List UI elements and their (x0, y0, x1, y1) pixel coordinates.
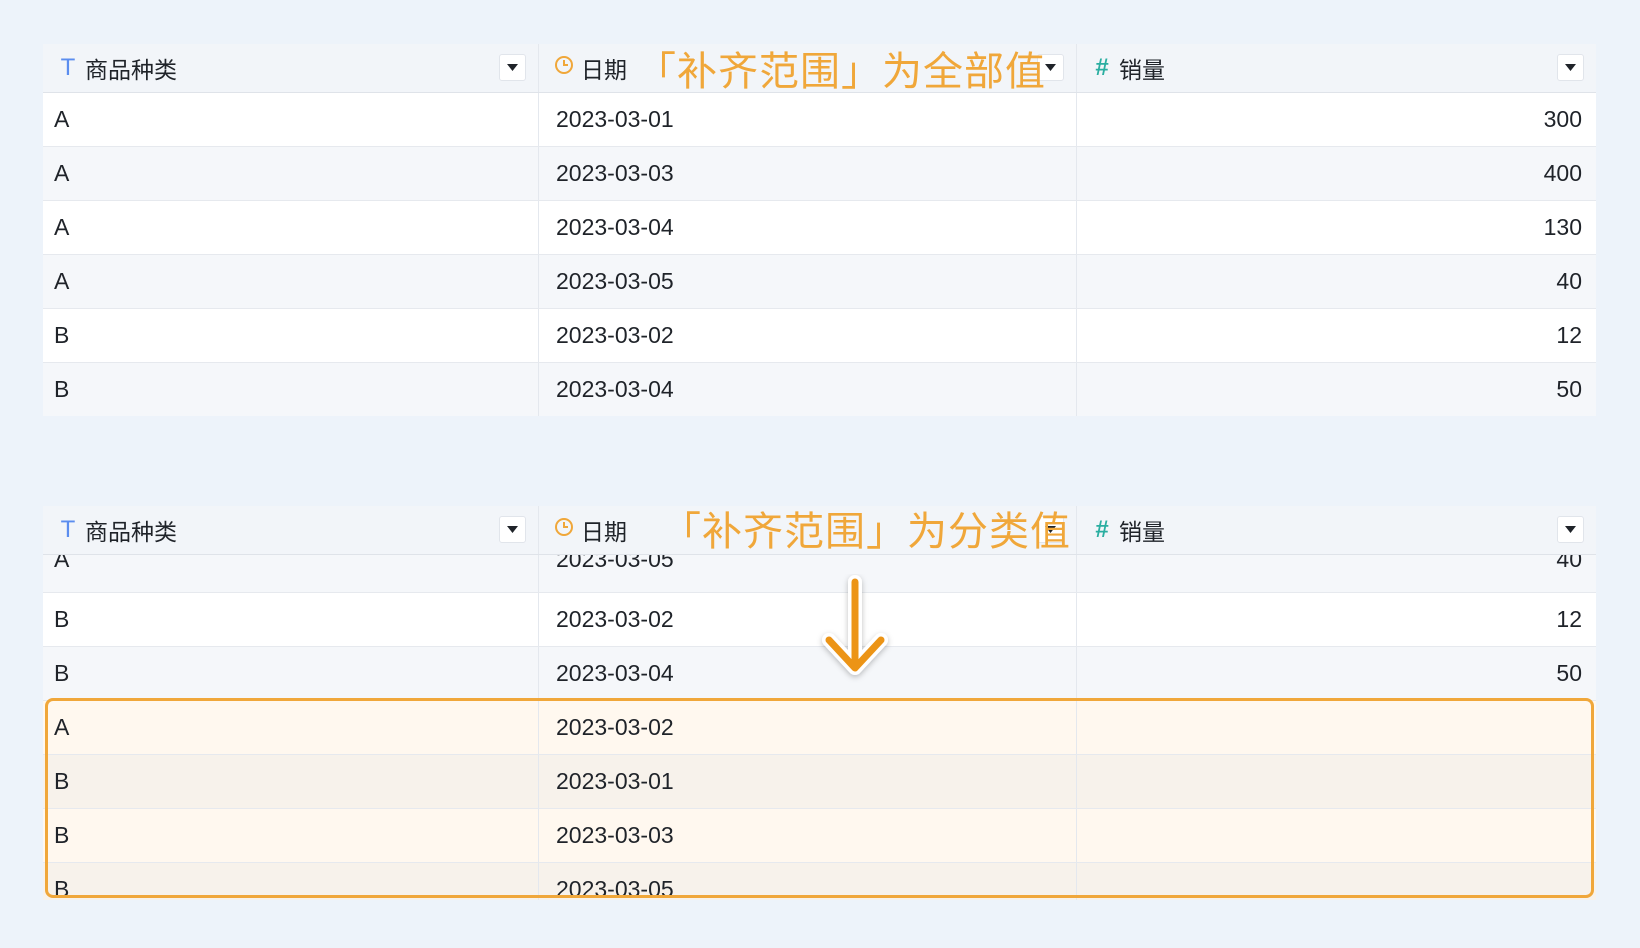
cell-date[interactable]: 2023-03-04 (538, 647, 1076, 700)
cell-sales[interactable]: 400 (1076, 147, 1596, 200)
cell-date[interactable]: 2023-03-04 (538, 363, 1076, 416)
column-header-sales[interactable]: # 销量 (1076, 506, 1596, 554)
table-full-range: T 商品种类 日期 # 销量 「补齐范围」为全部值 A 2023-03-01 3… (43, 44, 1596, 416)
cell-sales[interactable] (1076, 809, 1596, 862)
cell-sales[interactable] (1076, 755, 1596, 808)
column-header-sales[interactable]: # 销量 (1076, 44, 1596, 92)
filled-row[interactable]: B 2023-03-03 (43, 809, 1596, 863)
column-header-category[interactable]: T 商品种类 (43, 506, 538, 554)
table-header: T 商品种类 日期 # 销量 「补齐范围」为全部值 (43, 44, 1596, 94)
hash-icon: # (1095, 516, 1109, 543)
chevron-down-icon[interactable] (1557, 54, 1584, 81)
cell-sales[interactable] (1076, 701, 1596, 754)
cell-date[interactable]: 2023-03-04 (538, 201, 1076, 254)
cell-sales[interactable]: 130 (1076, 201, 1596, 254)
table-row[interactable]: A 2023-03-05 40 (43, 255, 1596, 309)
cell-category[interactable]: B (43, 647, 538, 700)
table-row[interactable]: A 2023-03-04 130 (43, 201, 1596, 255)
cell-date[interactable]: 2023-03-02 (538, 593, 1076, 646)
filled-row[interactable]: B 2023-03-05 (43, 863, 1596, 900)
column-label: 日期 (581, 519, 627, 545)
filled-row[interactable]: B 2023-03-01 (43, 755, 1596, 809)
column-header-category[interactable]: T 商品种类 (43, 44, 538, 92)
column-label: 日期 (581, 57, 627, 83)
cell-category[interactable]: B (43, 755, 538, 808)
table-header: T 商品种类 日期 # 销量 「补齐范围」为分类值 (43, 506, 1596, 555)
cell-date[interactable]: 2023-03-03 (538, 809, 1076, 862)
cell-category[interactable]: A (43, 201, 538, 254)
text-type-icon: T (60, 516, 76, 543)
cell-sales[interactable]: 40 (1076, 255, 1596, 308)
column-label: 商品种类 (85, 57, 177, 83)
chevron-down-icon[interactable] (499, 54, 526, 81)
cell-category[interactable]: A (43, 147, 538, 200)
cell-sales[interactable]: 50 (1076, 647, 1596, 700)
table-row[interactable]: A 2023-03-01 300 (43, 93, 1596, 147)
table-row[interactable]: B 2023-03-02 12 (43, 309, 1596, 363)
table-row[interactable]: B 2023-03-04 50 (43, 363, 1596, 416)
cell-sales[interactable] (1076, 863, 1596, 900)
cell-category[interactable]: B (43, 863, 538, 900)
chevron-down-icon[interactable] (1557, 516, 1584, 543)
text-type-icon: T (60, 54, 76, 81)
table-row[interactable]: A 2023-03-03 400 (43, 147, 1596, 201)
cell-date[interactable]: 2023-03-03 (538, 147, 1076, 200)
cell-date[interactable]: 2023-03-02 (538, 309, 1076, 362)
cell-sales[interactable]: 300 (1076, 93, 1596, 146)
cell-date[interactable]: 2023-03-01 (538, 755, 1076, 808)
cell-category[interactable]: B (43, 809, 538, 862)
cell-date[interactable]: 2023-03-05 (538, 863, 1076, 900)
cell-date[interactable]: 2023-03-02 (538, 701, 1076, 754)
annotation-full-range: 「补齐范围」为全部值 (636, 50, 1046, 94)
cell-sales[interactable]: 50 (1076, 363, 1596, 416)
hash-icon: # (1095, 54, 1109, 81)
chevron-down-icon[interactable] (499, 516, 526, 543)
column-label: 销量 (1119, 57, 1165, 83)
cell-date[interactable]: 2023-03-05 (538, 255, 1076, 308)
column-label: 商品种类 (85, 519, 177, 545)
column-label: 销量 (1119, 519, 1165, 545)
cell-category[interactable]: A (43, 255, 538, 308)
cell-category[interactable]: A (43, 701, 538, 754)
clock-icon (553, 54, 575, 82)
cell-category[interactable]: A (43, 93, 538, 146)
annotation-category-range: 「补齐范围」为分类值 (661, 510, 1071, 554)
table-category-range: T 商品种类 日期 # 销量 「补齐范围」为分类值 A 2023-03-05 4… (43, 506, 1596, 900)
cell-sales[interactable]: 12 (1076, 593, 1596, 646)
clock-icon (553, 516, 575, 544)
cell-category[interactable]: B (43, 363, 538, 416)
cell-category[interactable]: B (43, 593, 538, 646)
cell-date[interactable]: 2023-03-01 (538, 93, 1076, 146)
cell-category[interactable]: B (43, 309, 538, 362)
arrow-down-icon (822, 575, 888, 675)
cell-sales[interactable]: 12 (1076, 309, 1596, 362)
filled-row[interactable]: A 2023-03-02 (43, 701, 1596, 755)
